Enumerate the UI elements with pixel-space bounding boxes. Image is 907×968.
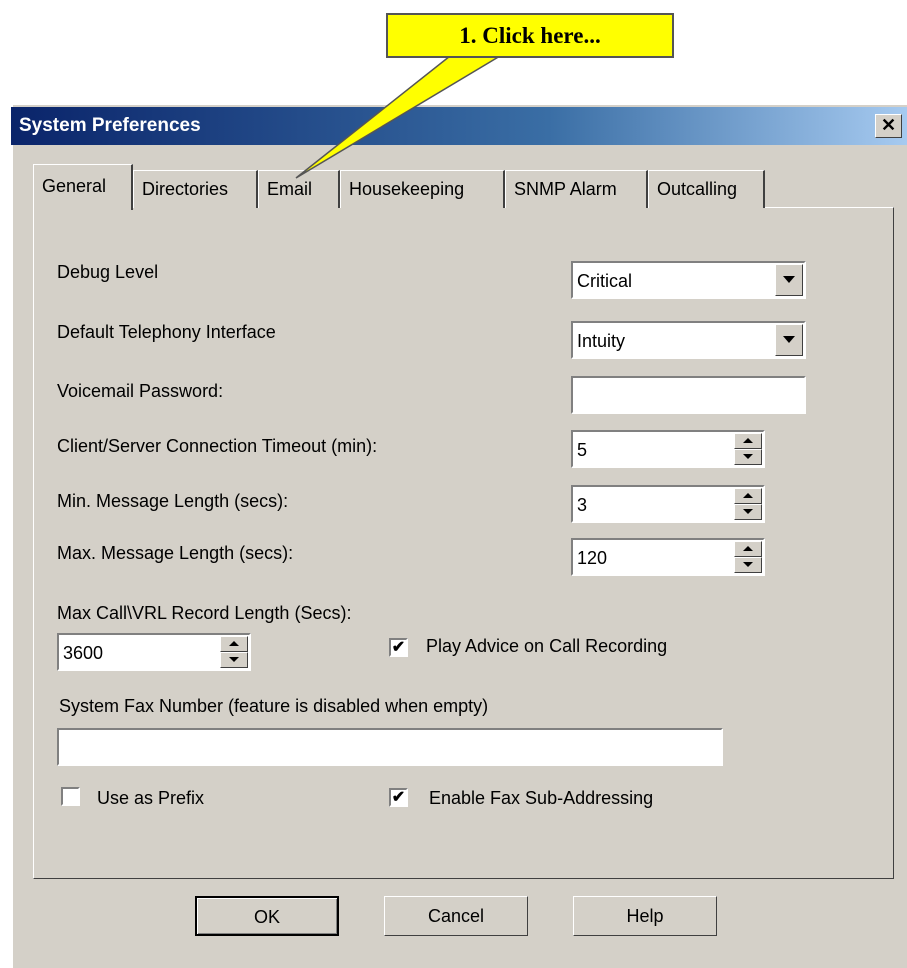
tab-general[interactable]: General: [33, 164, 133, 210]
tab-label: Outcalling: [657, 179, 738, 199]
spin-up-icon[interactable]: [734, 488, 762, 504]
max-length-label: Max. Message Length (secs):: [57, 543, 294, 563]
fax-number-input[interactable]: [57, 728, 723, 766]
fax-number-label: System Fax Number (feature is disabled w…: [59, 696, 489, 716]
min-length-value: 3: [577, 495, 588, 515]
timeout-value: 5: [577, 440, 588, 460]
tab-snmp-alarm[interactable]: SNMP Alarm: [505, 170, 648, 208]
chevron-down-icon[interactable]: [775, 324, 803, 356]
spin-up-icon[interactable]: [734, 433, 762, 449]
checkmark-icon: ✔: [391, 789, 406, 806]
max-length-spinner[interactable]: 120: [571, 538, 765, 576]
tab-housekeeping[interactable]: Housekeeping: [340, 170, 505, 208]
tab-label: SNMP Alarm: [514, 179, 617, 199]
max-call-record-label: Max Call\VRL Record Length (Secs):: [57, 603, 352, 623]
tab-directories[interactable]: Directories: [133, 170, 258, 208]
help-button[interactable]: Help: [573, 896, 717, 936]
spin-up-icon[interactable]: [220, 636, 248, 652]
max-length-value: 120: [577, 548, 608, 568]
spin-down-icon[interactable]: [220, 652, 248, 668]
timeout-spinner[interactable]: 5: [571, 430, 765, 468]
tab-email[interactable]: Email: [258, 170, 340, 208]
voicemail-password-input[interactable]: [571, 376, 806, 414]
telephony-select[interactable]: Intuity: [571, 321, 806, 359]
callout-box: 1. Click here...: [386, 13, 674, 58]
tab-label: Directories: [142, 179, 229, 199]
spin-down-icon[interactable]: [734, 449, 762, 465]
voicemail-password-label: Voicemail Password:: [57, 381, 224, 401]
telephony-value: Intuity: [577, 331, 626, 351]
window-title: System Preferences: [19, 115, 201, 136]
tab-label: Email: [267, 179, 313, 199]
timeout-label: Client/Server Connection Timeout (min):: [57, 436, 378, 456]
max-call-record-spinner[interactable]: 3600: [57, 633, 251, 671]
checkmark-icon: ✔: [391, 639, 406, 656]
play-advice-label: Play Advice on Call Recording: [426, 636, 668, 656]
tab-outcalling[interactable]: Outcalling: [648, 170, 765, 208]
telephony-label: Default Telephony Interface: [57, 322, 276, 342]
close-button[interactable]: ✕: [875, 114, 902, 138]
debug-level-label: Debug Level: [57, 262, 159, 282]
close-icon: ✕: [880, 115, 897, 135]
spin-down-icon[interactable]: [734, 504, 762, 520]
spin-down-icon[interactable]: [734, 557, 762, 573]
chevron-down-icon[interactable]: [775, 264, 803, 296]
debug-level-value: Critical: [577, 271, 633, 291]
debug-level-select[interactable]: Critical: [571, 261, 806, 299]
play-advice-checkbox[interactable]: ✔: [389, 638, 408, 657]
min-length-spinner[interactable]: 3: [571, 485, 765, 523]
fax-subaddressing-checkbox[interactable]: ✔: [389, 788, 408, 807]
min-length-label: Min. Message Length (secs):: [57, 491, 289, 511]
spin-up-icon[interactable]: [734, 541, 762, 557]
ok-button[interactable]: OK: [195, 896, 339, 936]
use-prefix-checkbox[interactable]: [61, 787, 80, 806]
tab-label: General: [42, 176, 107, 196]
tab-label: Housekeeping: [349, 179, 465, 199]
use-prefix-label: Use as Prefix: [97, 788, 205, 808]
fax-subaddressing-label: Enable Fax Sub-Addressing: [429, 788, 654, 808]
max-call-record-value: 3600: [63, 643, 104, 663]
cancel-button[interactable]: Cancel: [384, 896, 528, 936]
